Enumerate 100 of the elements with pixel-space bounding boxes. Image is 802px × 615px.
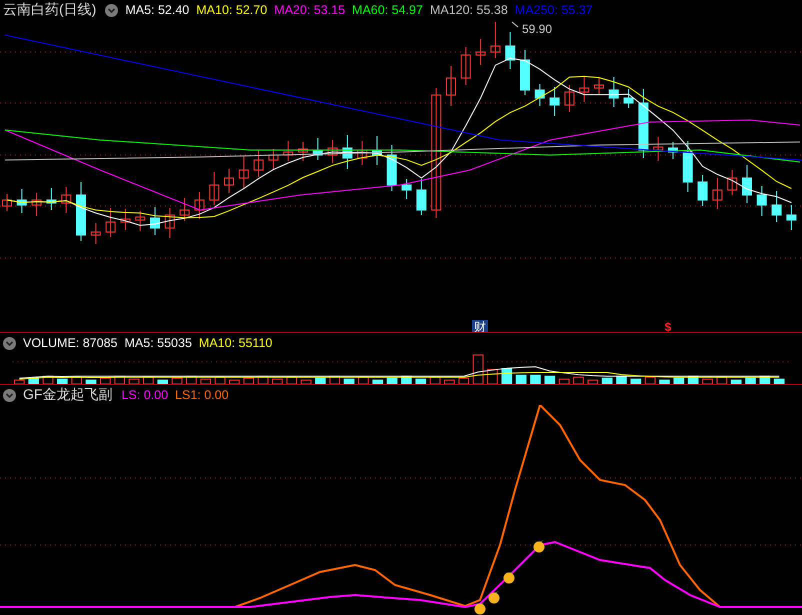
indicator-value: MA5: 55035 <box>124 336 192 350</box>
candlestick <box>550 86 560 116</box>
candlestick <box>624 88 634 108</box>
candlestick <box>386 144 397 192</box>
candlestick <box>16 188 27 214</box>
candlestick <box>238 156 249 190</box>
indicator-value: MA10: 55110 <box>198 336 272 350</box>
volume-bar <box>57 378 68 384</box>
candlestick <box>268 148 278 170</box>
volume-bar <box>472 354 484 384</box>
chevron-down-icon[interactable] <box>3 388 16 402</box>
volume-bar <box>143 376 154 384</box>
volume-bar <box>674 378 684 384</box>
volume-bar <box>100 378 111 384</box>
chart-title: GF金龙起飞副 <box>23 386 112 404</box>
dividend-event-marker[interactable]: $ <box>664 320 672 332</box>
candlestick <box>490 22 500 58</box>
chevron-down-icon[interactable] <box>105 4 118 16</box>
candlestick <box>342 134 352 170</box>
candlestick <box>742 164 752 204</box>
volume-bar <box>573 376 584 384</box>
indicator-value: LS: 0.00 <box>121 388 168 402</box>
volume-bar <box>644 376 656 384</box>
candlestick <box>564 84 574 112</box>
chart-title: 云南白药(日线) <box>3 1 96 19</box>
candlestick <box>150 206 160 236</box>
candlestick <box>402 178 412 200</box>
volume-bar <box>501 368 512 384</box>
candlestick <box>608 76 619 108</box>
volume-bar <box>716 376 728 384</box>
candlestick <box>328 140 338 164</box>
indicator-value: LS1: 0.00 <box>175 388 229 402</box>
indicator-value: MA5: 52.40 <box>125 3 190 17</box>
candlestick <box>372 136 382 166</box>
candlestick <box>106 208 116 238</box>
candlestick <box>534 84 545 106</box>
fruit-icon <box>474 602 486 614</box>
candlestick <box>120 208 130 230</box>
volume-bar <box>214 376 226 384</box>
volume-bar <box>774 378 785 384</box>
volume-bar <box>172 378 182 384</box>
volume-bar <box>42 376 54 384</box>
volume-bar <box>272 378 283 384</box>
volume-bar <box>659 380 670 384</box>
volume-bar <box>386 378 398 384</box>
leader-line <box>512 22 518 28</box>
volume-bar <box>344 378 354 384</box>
candlestick <box>668 142 678 160</box>
candlestick <box>164 208 175 238</box>
candlestick <box>756 186 767 216</box>
volume-bar <box>745 378 756 384</box>
volume-bar <box>516 374 526 384</box>
candlestick <box>520 50 530 96</box>
volume-bar <box>200 378 212 384</box>
volume-bar <box>430 376 440 384</box>
indicator-value: MA120: 55.38 <box>430 3 508 17</box>
indicator-value: VOLUME: 87085 <box>23 336 118 350</box>
candlestick <box>283 140 294 162</box>
volume-bar <box>702 378 713 384</box>
volume-bar <box>530 374 541 384</box>
candlestick <box>194 192 204 220</box>
volume-bar <box>730 380 742 384</box>
candlestick <box>357 140 368 166</box>
indicator-value: MA60: 54.97 <box>352 3 423 17</box>
candlestick <box>727 170 738 196</box>
candlestick <box>638 88 648 158</box>
volume-bar <box>14 380 25 384</box>
candlestick <box>460 46 471 86</box>
candlestick <box>579 76 590 102</box>
candlestick <box>135 210 146 232</box>
candlestick <box>653 136 664 162</box>
volume-bar <box>458 378 470 384</box>
candlestick <box>46 188 56 210</box>
volume-bar <box>258 376 268 384</box>
volume-bar <box>243 378 254 384</box>
chevron-down-icon[interactable] <box>3 336 16 350</box>
volume-bar <box>487 368 498 384</box>
candlestick <box>446 66 456 106</box>
volume-bar <box>329 376 340 384</box>
candlestick <box>772 190 782 222</box>
volume-bar <box>315 378 326 384</box>
volume-bar <box>558 378 570 384</box>
candlestick <box>312 138 323 160</box>
candlestick <box>416 178 426 216</box>
volume-bar <box>128 378 140 384</box>
candlestick <box>2 194 12 212</box>
indicator-value: MA250: 55.37 <box>514 3 593 17</box>
peak-price-label: 59.90 <box>522 22 552 36</box>
volume-bar <box>114 376 125 384</box>
candlestick <box>61 186 72 214</box>
volume-bar <box>300 380 312 384</box>
candlestick <box>698 174 708 206</box>
candlestick <box>76 182 86 242</box>
volume-bar <box>372 380 384 384</box>
candlestick <box>682 140 693 192</box>
candlestick <box>90 222 101 244</box>
volume-bar <box>444 380 455 384</box>
candlestick <box>254 150 264 178</box>
volume-bar <box>71 376 82 384</box>
candlestick <box>298 142 308 162</box>
